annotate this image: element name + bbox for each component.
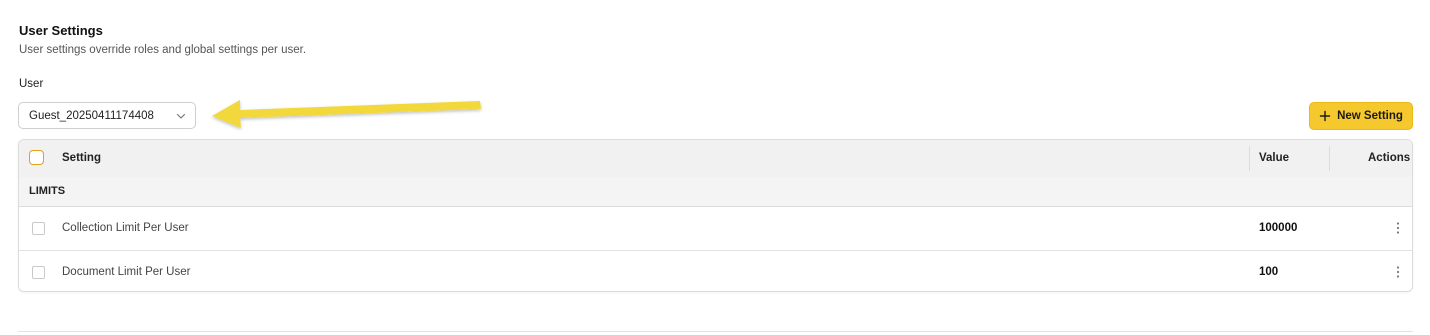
more-actions-icon[interactable] — [1393, 265, 1403, 279]
column-divider — [1329, 146, 1330, 171]
annotation-arrow-icon — [212, 100, 481, 128]
plus-icon — [1319, 110, 1331, 122]
more-actions-icon[interactable] — [1393, 221, 1403, 235]
user-select[interactable]: Guest_20250411174408 — [18, 102, 196, 129]
settings-table: Setting Value Actions LIMITS Collection … — [18, 139, 1413, 292]
column-header-actions: Actions — [1368, 152, 1411, 164]
page-subtitle: User settings override roles and global … — [19, 44, 307, 56]
row-checkbox[interactable] — [32, 222, 45, 235]
column-header-value[interactable]: Value — [1259, 152, 1289, 164]
page-title: User Settings — [19, 23, 103, 38]
column-header-setting[interactable]: Setting — [62, 152, 101, 164]
row-checkbox[interactable] — [32, 266, 45, 279]
user-settings-page: User Settings User settings override rol… — [0, 0, 1430, 335]
column-divider — [1249, 146, 1250, 171]
user-select-value: Guest_20250411174408 — [29, 109, 154, 122]
table-row[interactable]: Collection Limit Per User 100000 — [19, 207, 1412, 251]
divider — [18, 331, 1413, 332]
table-row[interactable]: Document Limit Per User 100 — [19, 251, 1412, 291]
setting-value: 100000 — [1259, 222, 1298, 234]
table-header: Setting Value Actions — [19, 140, 1412, 178]
setting-name: Document Limit Per User — [62, 266, 191, 278]
new-setting-label: New Setting — [1337, 110, 1403, 122]
group-header-limits: LIMITS — [19, 177, 1412, 207]
setting-value: 100 — [1259, 266, 1279, 278]
setting-name: Collection Limit Per User — [62, 222, 189, 234]
group-label: LIMITS — [29, 185, 66, 197]
chevron-down-icon — [176, 113, 186, 119]
user-label: User — [19, 78, 44, 90]
select-all-checkbox[interactable] — [29, 150, 44, 165]
new-setting-button[interactable]: New Setting — [1309, 102, 1413, 130]
